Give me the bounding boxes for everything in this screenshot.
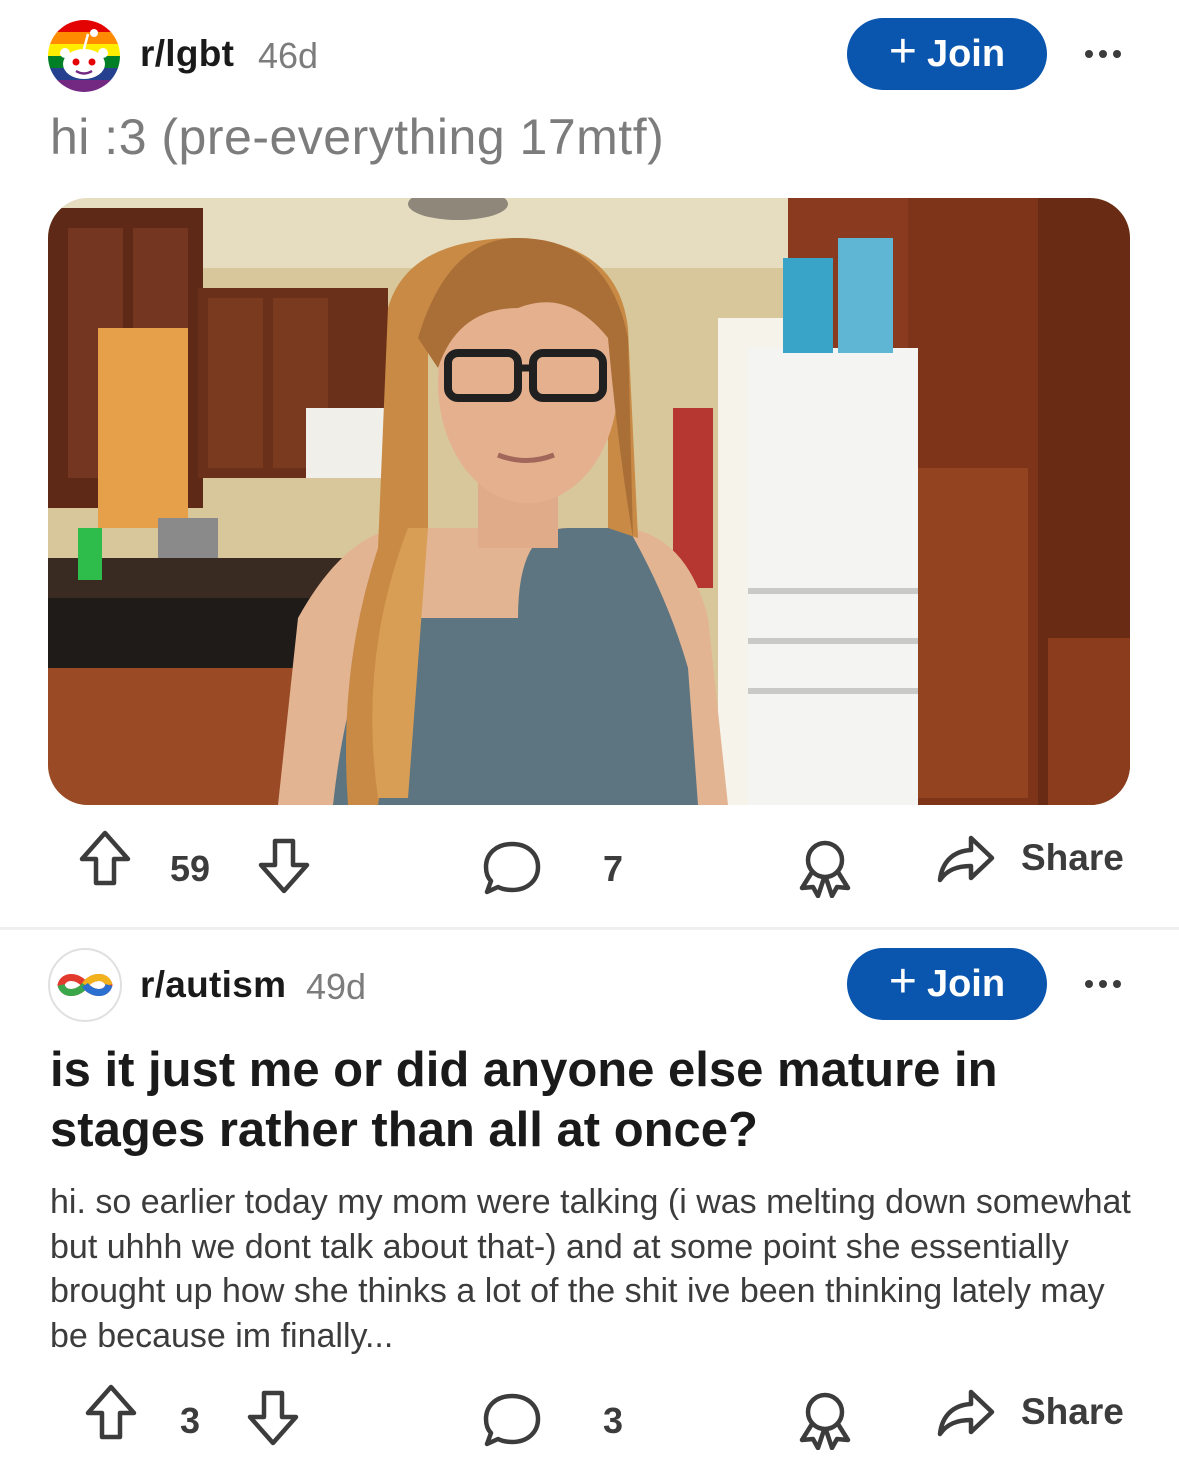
speech-bubble-icon: [483, 1393, 541, 1447]
plus-icon: +: [888, 955, 917, 1008]
post-feed: r/lgbt 46d + Join hi :3 (pre-everything …: [0, 0, 1179, 1469]
comment-count: 3: [603, 1400, 624, 1441]
share-label: Share: [1021, 837, 1124, 878]
post-actions: 3 3 Share: [0, 1380, 1179, 1460]
comments-button[interactable]: [482, 1392, 542, 1448]
arrow-down-icon: [258, 838, 310, 894]
post-actions: 59 7 Share: [0, 828, 1179, 908]
post-age: 49d: [306, 966, 367, 1007]
join-label: Join: [926, 962, 1006, 1005]
more-options-button[interactable]: [1078, 964, 1128, 1004]
post-card[interactable]: r/autism 49d + Join is it just me or did…: [0, 0, 1179, 1450]
arrow-up-icon: [85, 1384, 137, 1440]
join-button[interactable]: + Join: [847, 948, 1047, 1020]
subreddit-name[interactable]: r/autism: [140, 964, 286, 1006]
arrow-up-icon: [79, 830, 131, 886]
comments-button[interactable]: [482, 840, 542, 896]
infinity-symbol-avatar: [57, 974, 113, 996]
share-arrow-icon: [937, 1389, 995, 1437]
vote-count: 59: [170, 848, 211, 889]
downvote-button[interactable]: [246, 1388, 300, 1448]
upvote-button[interactable]: [78, 828, 132, 888]
award-button[interactable]: [795, 1390, 855, 1450]
share-button[interactable]: Share: [935, 828, 1124, 888]
share-arrow-icon: [937, 835, 995, 883]
comment-count: 7: [603, 848, 624, 889]
award-ribbon-icon: [799, 840, 851, 898]
post-divider: [0, 927, 1179, 930]
share-label: Share: [1021, 1391, 1124, 1432]
arrow-down-icon: [247, 1390, 299, 1446]
post-header: r/autism 49d + Join: [48, 948, 1138, 1028]
ellipsis-icon: [1085, 980, 1121, 988]
share-button[interactable]: Share: [935, 1382, 1124, 1442]
post-body-preview[interactable]: hi. so earlier today my mom were talking…: [50, 1180, 1140, 1358]
upvote-button[interactable]: [84, 1382, 138, 1442]
vote-count: 3: [180, 1400, 201, 1441]
speech-bubble-icon: [483, 841, 541, 895]
downvote-button[interactable]: [257, 836, 311, 896]
subreddit-avatar[interactable]: [48, 948, 122, 1022]
award-ribbon-icon: [799, 1392, 851, 1450]
post-title[interactable]: is it just me or did anyone else mature …: [50, 1040, 1130, 1160]
award-button[interactable]: [795, 838, 855, 898]
